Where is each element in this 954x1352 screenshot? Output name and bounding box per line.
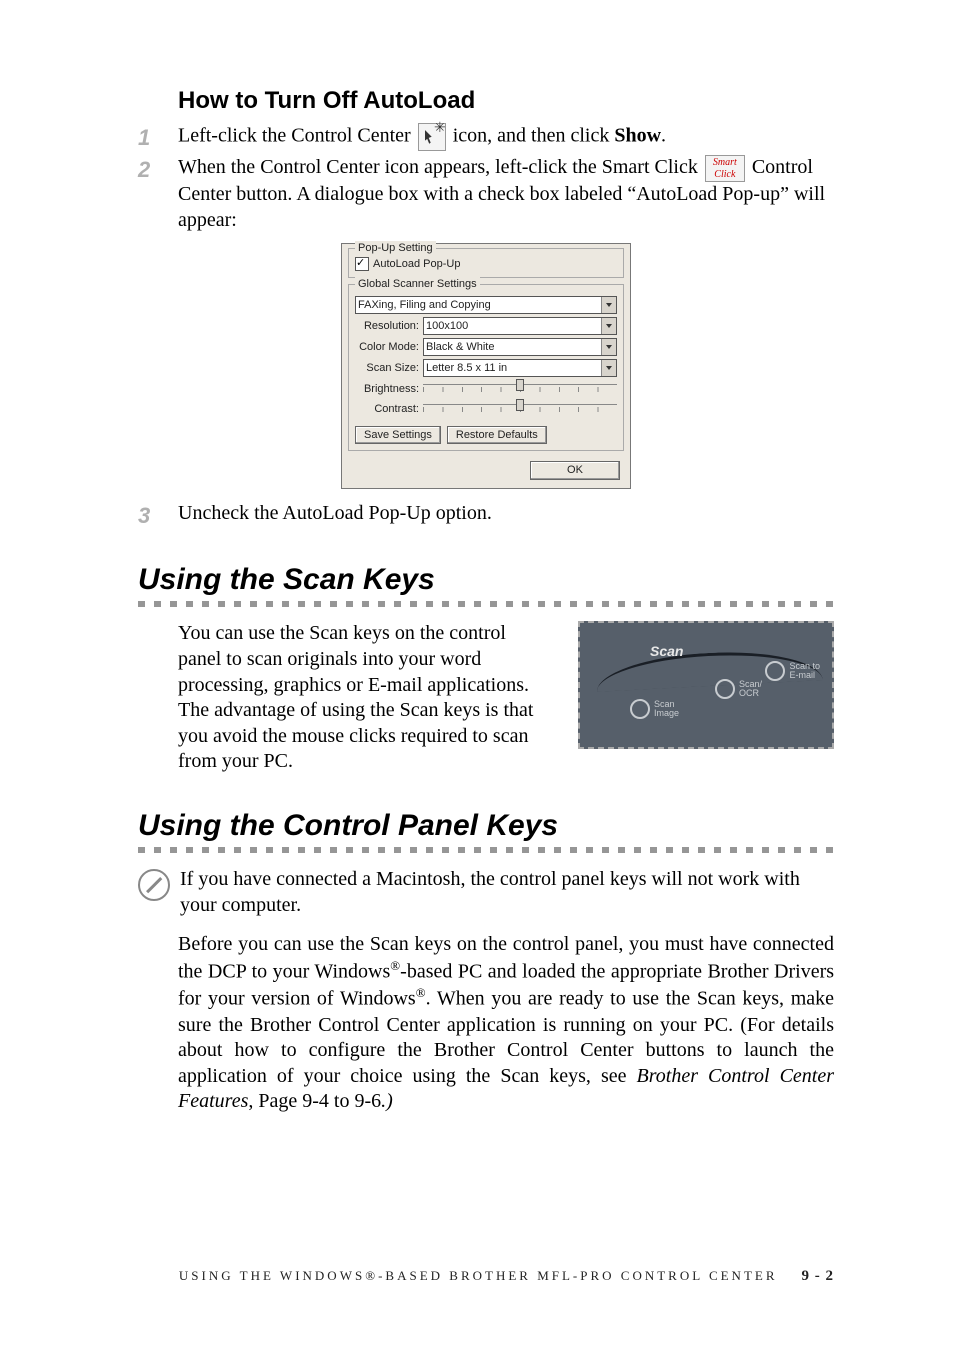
resolution-label: Resolution:	[355, 319, 419, 333]
scan-ocr-button: Scan/ OCR	[715, 679, 762, 699]
scansize-label: Scan Size:	[355, 361, 419, 375]
step-3-text: Uncheck the AutoLoad Pop-Up option.	[178, 501, 834, 527]
autoload-checkbox[interactable]	[355, 257, 369, 271]
registered-mark: ®	[390, 958, 400, 973]
scansize-dropdown[interactable]: Letter 8.5 x 11 in	[423, 359, 617, 377]
prohibit-icon	[138, 869, 170, 901]
body-d: , Page 9-4 to 9-6	[248, 1090, 381, 1112]
smart-click-icon: Smart Click	[705, 155, 745, 182]
colormode-dropdown[interactable]: Black & White	[423, 338, 617, 356]
step-1-text: Left-click the Control Center icon, and …	[178, 123, 834, 151]
step-1-text-a: Left-click the Control Center	[178, 124, 416, 146]
step-1-text-c: .	[661, 124, 666, 146]
control-panel-paragraph: Before you can use the Scan keys on the …	[178, 932, 834, 1114]
registered-mark: ®	[416, 985, 426, 1000]
step-number-2: 2	[138, 155, 178, 183]
section-divider	[138, 601, 834, 607]
popup-setting-group: Pop-Up Setting AutoLoad Pop-Up	[348, 248, 624, 278]
step-2-text-a: When the Control Center icon appears, le…	[178, 156, 703, 178]
scan-to-email-button: Scan to E-mail	[765, 661, 820, 681]
scan-graphic-title: Scan	[650, 643, 683, 661]
global-scanner-group: Global Scanner Settings FAXing, Filing a…	[348, 284, 624, 451]
brightness-slider[interactable]	[423, 380, 617, 398]
ok-button[interactable]: OK	[530, 461, 620, 479]
autoload-dialog: Pop-Up Setting AutoLoad Pop-Up Global Sc…	[341, 243, 631, 488]
scansize-value: Letter 8.5 x 11 in	[426, 361, 507, 375]
step-number-3: 3	[138, 501, 178, 529]
resolution-value: 100x100	[426, 319, 468, 333]
colormode-label: Color Mode:	[355, 340, 419, 354]
profile-dropdown[interactable]: FAXing, Filing and Copying	[355, 296, 617, 314]
contrast-slider[interactable]	[423, 400, 617, 418]
step-2-text: When the Control Center icon appears, le…	[178, 155, 834, 233]
colormode-value: Black & White	[426, 340, 494, 354]
global-group-title: Global Scanner Settings	[355, 277, 480, 291]
chevron-down-icon[interactable]	[601, 297, 616, 313]
page-number: 9 - 2	[802, 1267, 835, 1286]
profile-dropdown-value: FAXing, Filing and Copying	[358, 298, 491, 312]
brightness-label: Brightness:	[355, 382, 419, 396]
show-label: Show	[614, 124, 661, 146]
save-settings-button[interactable]: Save Settings	[355, 426, 441, 444]
scan-panel-graphic: Scan Scan to E-mail Scan/ OCR Scan Image	[578, 621, 834, 749]
autoload-checkbox-label: AutoLoad Pop-Up	[373, 257, 460, 271]
body-period: .)	[381, 1090, 393, 1112]
section-using-control-panel-keys: Using the Control Panel Keys	[138, 807, 834, 845]
chevron-down-icon[interactable]	[601, 339, 616, 355]
popup-group-title: Pop-Up Setting	[355, 241, 436, 255]
scan-keys-paragraph: You can use the Scan keys on the control…	[178, 621, 550, 775]
scan-image-button: Scan Image	[630, 699, 679, 719]
footer-title: USING THE WINDOWS®-BASED BROTHER MFL-PRO…	[179, 1268, 778, 1285]
step-1-text-b: icon, and then click	[448, 124, 615, 146]
resolution-dropdown[interactable]: 100x100	[423, 317, 617, 335]
step-number-1: 1	[138, 123, 178, 151]
restore-defaults-button[interactable]: Restore Defaults	[447, 426, 547, 444]
section-divider	[138, 847, 834, 853]
heading-how-to-turn-off-autoload: How to Turn Off AutoLoad	[178, 86, 834, 117]
chevron-down-icon[interactable]	[601, 318, 616, 334]
section-using-scan-keys: Using the Scan Keys	[138, 561, 834, 599]
contrast-label: Contrast:	[355, 402, 419, 416]
note-text: If you have connected a Macintosh, the c…	[180, 867, 834, 918]
control-center-icon	[418, 123, 446, 151]
page-footer: USING THE WINDOWS®-BASED BROTHER MFL-PRO…	[138, 1267, 834, 1286]
chevron-down-icon[interactable]	[601, 360, 616, 376]
